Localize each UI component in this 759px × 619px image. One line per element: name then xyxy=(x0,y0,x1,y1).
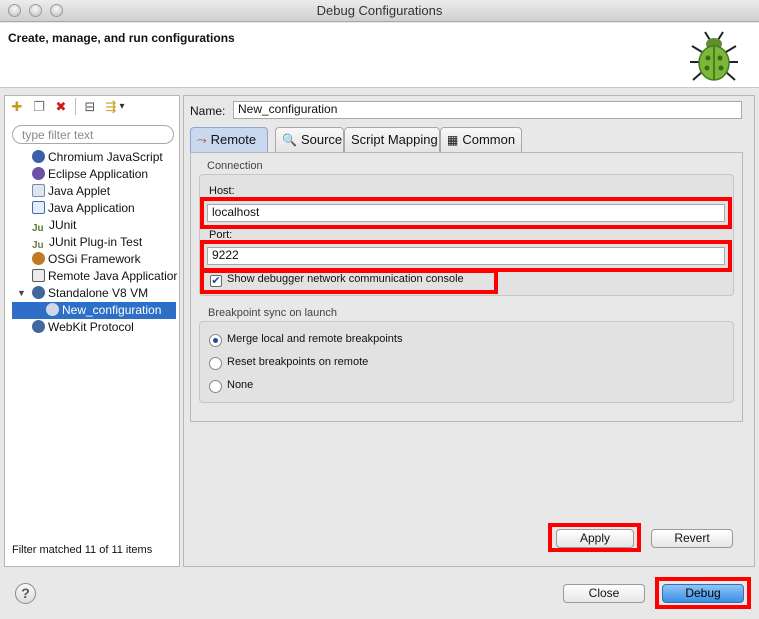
tree-item-junit-plugin-test[interactable]: Ju JUnit Plug-in Test xyxy=(32,234,196,251)
chromium-icon xyxy=(32,150,45,163)
bug-icon xyxy=(688,30,740,86)
config-icon xyxy=(46,303,59,316)
console-checkbox-label: Show debugger network communication cons… xyxy=(227,273,464,285)
expand-arrow-icon[interactable]: ▼ xyxy=(17,288,27,298)
tree-item-java-application[interactable]: Java Application xyxy=(32,200,196,217)
v8-icon xyxy=(32,286,45,299)
radio-reset-label: Reset breakpoints on remote xyxy=(227,356,369,368)
close-button[interactable]: Close xyxy=(563,584,645,603)
tab-remote[interactable]: ⤳ Remote xyxy=(190,127,268,152)
tab-source[interactable]: 🔍 Source xyxy=(275,127,344,152)
junit-plugin-icon: Ju xyxy=(32,240,44,251)
tree-item-osgi-framework[interactable]: OSGi Framework xyxy=(32,251,196,268)
tab-script-mapping[interactable]: Script Mapping xyxy=(344,127,440,152)
collapse-all-icon[interactable]: ⊟ xyxy=(82,99,98,115)
java-application-icon xyxy=(32,201,45,214)
tree-item-standalone-v8-vm[interactable]: Standalone V8 VM xyxy=(32,285,196,302)
name-label: Name: xyxy=(190,104,226,118)
tree-item-new-configuration[interactable]: New_configuration xyxy=(12,302,176,319)
tree-item-junit[interactable]: Ju JUnit xyxy=(32,217,196,234)
port-field[interactable]: 9222 xyxy=(207,247,725,265)
common-icon: ▦ xyxy=(447,133,459,147)
host-field[interactable]: localhost xyxy=(207,204,725,222)
tree-item-chromium-javascript[interactable]: Chromium JavaScript xyxy=(32,149,196,166)
tab-common[interactable]: ▦ Common xyxy=(440,127,522,152)
window-title: Debug Configurations xyxy=(316,3,443,18)
tree-item-remote-java-application[interactable]: Remote Java Applicatior xyxy=(32,268,178,285)
tree-item-java-applet[interactable]: Java Applet xyxy=(32,183,196,200)
console-checkbox[interactable]: ✔ xyxy=(210,275,222,287)
osgi-icon xyxy=(32,252,45,265)
tree-item-eclipse-application[interactable]: Eclipse Application xyxy=(32,166,196,183)
breakpoint-sync-title: Breakpoint sync on launch xyxy=(208,307,338,319)
banner-title: Create, manage, and run configurations xyxy=(8,31,235,45)
toolbar-separator xyxy=(75,98,76,115)
webkit-icon xyxy=(32,320,45,333)
duplicate-icon[interactable]: ❐ xyxy=(31,99,47,115)
java-applet-icon xyxy=(32,184,45,197)
source-icon: 🔍 xyxy=(282,133,297,147)
filter-status: Filter matched 11 of 11 items xyxy=(12,544,153,556)
remote-java-icon xyxy=(32,269,45,282)
junit-icon: Ju xyxy=(32,223,44,234)
radio-reset-breakpoints[interactable] xyxy=(209,357,222,370)
radio-merge-label: Merge local and remote breakpoints xyxy=(227,333,403,345)
delete-icon[interactable]: ✖ xyxy=(53,99,69,115)
chevron-down-icon[interactable]: ▾ xyxy=(117,99,127,115)
host-label: Host: xyxy=(209,185,235,197)
remote-icon: ⤳ xyxy=(197,133,207,147)
new-launch-config-icon[interactable]: ✚ xyxy=(9,99,25,115)
tree-item-webkit-protocol[interactable]: WebKit Protocol xyxy=(32,319,196,336)
radio-none[interactable] xyxy=(209,380,222,393)
help-icon[interactable]: ? xyxy=(15,583,36,604)
connection-group-title: Connection xyxy=(207,160,263,172)
radio-none-label: None xyxy=(227,379,254,391)
name-field[interactable]: New_configuration xyxy=(233,101,742,119)
apply-button[interactable]: Apply xyxy=(556,529,634,548)
filter-input[interactable] xyxy=(12,125,174,144)
revert-button[interactable]: Revert xyxy=(651,529,733,548)
radio-merge-breakpoints[interactable] xyxy=(209,334,222,347)
debug-button[interactable]: Debug xyxy=(662,584,744,603)
eclipse-icon xyxy=(32,167,45,180)
